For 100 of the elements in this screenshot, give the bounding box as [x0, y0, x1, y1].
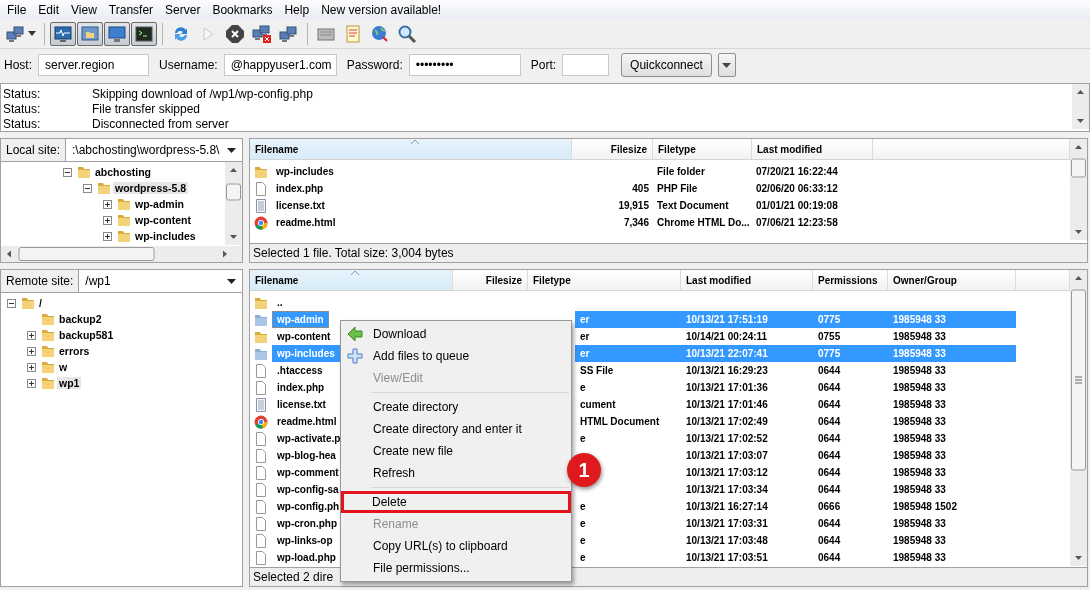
log-label: Status: [3, 101, 42, 116]
column-header[interactable]: Filesize [453, 270, 528, 290]
collapse-icon[interactable] [83, 183, 92, 193]
scrollbar[interactable] [1070, 270, 1087, 566]
scrollbar[interactable] [1, 246, 242, 262]
file-icon [254, 431, 268, 446]
input-field[interactable]: server.region [38, 54, 149, 76]
folder-icon [254, 329, 268, 344]
status-text: Selected 1 file. Total size: 3,004 bytes [250, 243, 1087, 262]
file-name[interactable]: .htaccess [272, 362, 328, 379]
file-name[interactable]: wp-blog-hea [272, 447, 341, 464]
menu-item[interactable]: New version available! [315, 2, 448, 17]
menu-item[interactable]: View [65, 2, 103, 17]
column-header[interactable]: Owner/Group [888, 270, 1016, 290]
menu-item[interactable]: Help [278, 2, 316, 17]
file-name[interactable]: wp-comment [272, 464, 344, 481]
expand-icon[interactable] [27, 330, 36, 340]
column-header[interactable]: Filesize [572, 139, 653, 159]
collapse-icon[interactable] [7, 298, 16, 308]
plus-icon [347, 348, 363, 364]
expand-icon[interactable] [27, 362, 36, 372]
column-header[interactable]: Filetype [528, 270, 681, 290]
expand-icon[interactable] [103, 199, 112, 209]
menu-item[interactable]: Download [343, 323, 569, 345]
input-field[interactable] [562, 54, 610, 76]
table-cell-text: 10/13/21 17:03:07 [685, 449, 769, 463]
scrollbar[interactable] [1070, 139, 1087, 240]
caret-icon [28, 31, 36, 36]
tree-item[interactable]: backup581 [57, 329, 116, 341]
toolbar-button[interactable] [131, 21, 157, 46]
table-cell-text: 10/13/21 17:02:49 [685, 415, 769, 429]
tree-item[interactable]: wp-admin [133, 198, 186, 210]
file-name[interactable]: wp-links-op [272, 532, 338, 549]
table-cell-text: 10/13/21 17:03:31 [685, 517, 769, 531]
file-icon [254, 448, 268, 463]
caret-icon [227, 278, 236, 284]
table-cell-text: readme.html [275, 217, 337, 228]
file-name[interactable]: wp-config-sa [272, 481, 344, 498]
computers-icon [6, 23, 26, 44]
tree-item[interactable]: wp-content [133, 214, 193, 226]
password-field[interactable]: ••••••••• [408, 54, 521, 76]
menu-item[interactable]: Server [159, 2, 207, 17]
menu-item[interactable]: Transfer [102, 2, 160, 17]
file-name[interactable]: .. [272, 294, 288, 311]
file-name[interactable]: index.php [272, 379, 330, 396]
table-cell: 0775 [813, 345, 888, 362]
tree-item[interactable]: wp1 [57, 377, 82, 389]
collapse-icon[interactable] [63, 167, 72, 177]
tree-item[interactable]: w [57, 361, 70, 373]
menu-item[interactable]: Refresh [343, 462, 569, 484]
table-cell-text: 10/13/21 17:03:12 [685, 466, 769, 480]
expand-icon[interactable] [103, 215, 112, 225]
input-field[interactable]: @happyuser1.com [223, 54, 337, 76]
column-header[interactable]: Filename [250, 270, 453, 290]
table-cell-text: 10/13/21 17:03:34 [685, 483, 769, 497]
tree-item[interactable]: backup2 [57, 313, 104, 325]
tree-item[interactable]: wp-includes [133, 230, 198, 242]
expand-icon[interactable] [27, 346, 36, 356]
file-name[interactable]: wp-load.php [272, 549, 341, 566]
tree-item[interactable]: / [37, 297, 44, 309]
toolbar-button[interactable] [50, 21, 76, 46]
expand-icon[interactable] [27, 378, 36, 388]
table-cell-text: File folder [656, 166, 706, 177]
menu-item[interactable]: Add files to queue [343, 345, 569, 367]
text-file-icon [254, 198, 268, 213]
menu-item[interactable]: Create directory and enter it [343, 418, 569, 440]
tree-item[interactable]: errors [57, 345, 92, 357]
file-name[interactable]: readme.html [272, 413, 342, 430]
expand-icon[interactable] [103, 231, 112, 241]
column-header[interactable]: Filename [250, 139, 572, 159]
quickconnect-button[interactable]: Quickconnect [621, 53, 712, 77]
file-icon [254, 380, 268, 395]
menu-item[interactable]: Create new file [343, 440, 569, 462]
menu-item[interactable]: Edit [32, 2, 66, 17]
menu-item[interactable]: Copy URL(s) to clipboard [343, 535, 569, 557]
column-header[interactable]: Permissions [813, 270, 888, 290]
path-dropdown[interactable]: :\abchosting\wordpress-5.8\ [66, 139, 242, 161]
column-header[interactable]: Last modified [681, 270, 813, 290]
file-name[interactable]: wp-content [272, 328, 336, 345]
folder-icon [41, 312, 55, 326]
scrollbar[interactable] [225, 162, 242, 245]
menu-item[interactable]: Bookmarks [206, 2, 279, 17]
scrollbar[interactable] [1072, 84, 1089, 129]
field-label: Host: [4, 58, 32, 72]
menu-item[interactable]: File [1, 2, 33, 17]
column-header[interactable]: Filetype [653, 139, 752, 159]
column-header[interactable]: Last modified [752, 139, 873, 159]
menu-item[interactable]: Create directory [343, 396, 569, 418]
folder-icon [117, 229, 131, 243]
path-dropdown[interactable]: /wp1 [79, 270, 242, 292]
field-label: Password: [346, 58, 403, 72]
table-cell-text: 0755 [817, 330, 842, 344]
file-name[interactable]: license.txt [272, 396, 331, 413]
folder-icon [41, 376, 55, 390]
file-name[interactable]: wp-cron.php [272, 515, 342, 532]
menu-item[interactable]: Delete [341, 491, 571, 513]
tree-item[interactable]: abchosting [93, 166, 153, 178]
folder-icon [254, 312, 268, 327]
tree-item[interactable]: wordpress-5.8 [113, 182, 189, 194]
dropdown-button[interactable] [717, 53, 736, 77]
